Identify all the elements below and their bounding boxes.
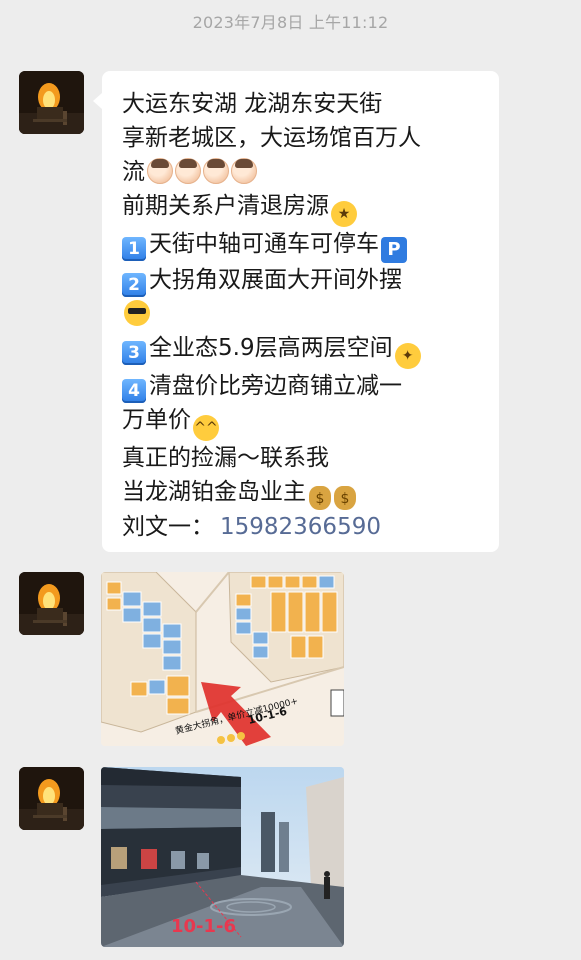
message-line: 1 天街中轴可通车可停车 P xyxy=(122,227,483,263)
face-emoji-icon xyxy=(147,158,173,184)
message-text: 流 xyxy=(122,159,145,185)
message-text: 万单价 xyxy=(122,407,191,433)
sender-avatar[interactable] xyxy=(19,767,84,830)
avatar-fire-icon xyxy=(19,572,84,635)
sender-avatar[interactable] xyxy=(19,71,84,134)
grinning-squint-emoji-icon: ^^ xyxy=(193,415,219,441)
sender-avatar[interactable] xyxy=(19,572,84,635)
money-bag-icon: $ xyxy=(309,486,331,510)
message-text: 清盘价比旁边商铺立减一 xyxy=(149,373,402,399)
unit-label-text: 10-1-6 xyxy=(171,916,236,937)
message-line: 3 全业态5.9层高两层空间 ✦ xyxy=(122,331,483,369)
message-line xyxy=(122,297,483,331)
text-message-bubble[interactable]: 大运东安湖 龙湖东安天街 享新老城区，大运场馆百万人 流 前期关系户清退房源 ★ … xyxy=(93,71,499,552)
face-emoji-icon xyxy=(231,158,257,184)
message-line: 万单价 ^^ xyxy=(122,403,483,441)
message-text: 前期关系户清退房源 xyxy=(122,193,329,219)
message-line: 4 清盘价比旁边商铺立减一 xyxy=(122,369,483,403)
avatar-fire-icon xyxy=(19,767,84,830)
sunglasses-emoji-icon xyxy=(124,300,150,326)
floor-plan-image: 黄金大拐角，单价立减10000+ 10-1-6 xyxy=(101,572,344,746)
street-rendering-image-message[interactable]: 10-1-6 xyxy=(101,767,344,947)
message-text: 全业态5.9层高两层空间 xyxy=(149,335,393,361)
floor-plan-image-message[interactable]: 黄金大拐角，单价立减10000+ 10-1-6 xyxy=(101,572,344,746)
message-line: 真正的捡漏～联系我 xyxy=(122,445,329,471)
message-line: 2 大拐角双展面大开间外摆 xyxy=(122,263,483,297)
message-line: 刘文一： 15982366590 xyxy=(122,510,483,544)
message-text: 大拐角双展面大开间外摆 xyxy=(149,267,402,293)
keycap-three-icon: 3 xyxy=(122,341,146,365)
message-text: 当龙湖铂金岛业主 xyxy=(122,479,306,505)
face-emoji-icon xyxy=(175,158,201,184)
face-emoji-icon xyxy=(203,158,229,184)
money-bag-icon: $ xyxy=(334,486,356,510)
avatar-fire-icon xyxy=(19,71,84,134)
keycap-two-icon: 2 xyxy=(122,273,146,297)
street-rendering-image: 10-1-6 xyxy=(101,767,344,947)
keycap-four-icon: 4 xyxy=(122,379,146,403)
message-line: 流 xyxy=(122,155,483,189)
message-line: 前期关系户清退房源 ★ xyxy=(122,189,483,227)
keycap-one-icon: 1 xyxy=(122,237,146,261)
message-line: 当龙湖铂金岛业主 $ $ xyxy=(122,475,483,510)
message-line: 享新老城区，大运场馆百万人 xyxy=(122,125,421,151)
star-struck-emoji-icon: ★ xyxy=(331,201,357,227)
contact-name: 刘文一： xyxy=(122,514,214,540)
party-face-emoji-icon: ✦ xyxy=(394,343,421,369)
message-text: 天街中轴可通车可停车 xyxy=(149,231,379,257)
phone-number-link[interactable]: 15982366590 xyxy=(220,514,381,540)
message-line: 大运东安湖 龙湖东安天街 xyxy=(122,91,383,117)
message-timestamp: 2023年7月8日 上午11:12 xyxy=(192,13,389,32)
parking-icon: P xyxy=(381,237,407,263)
